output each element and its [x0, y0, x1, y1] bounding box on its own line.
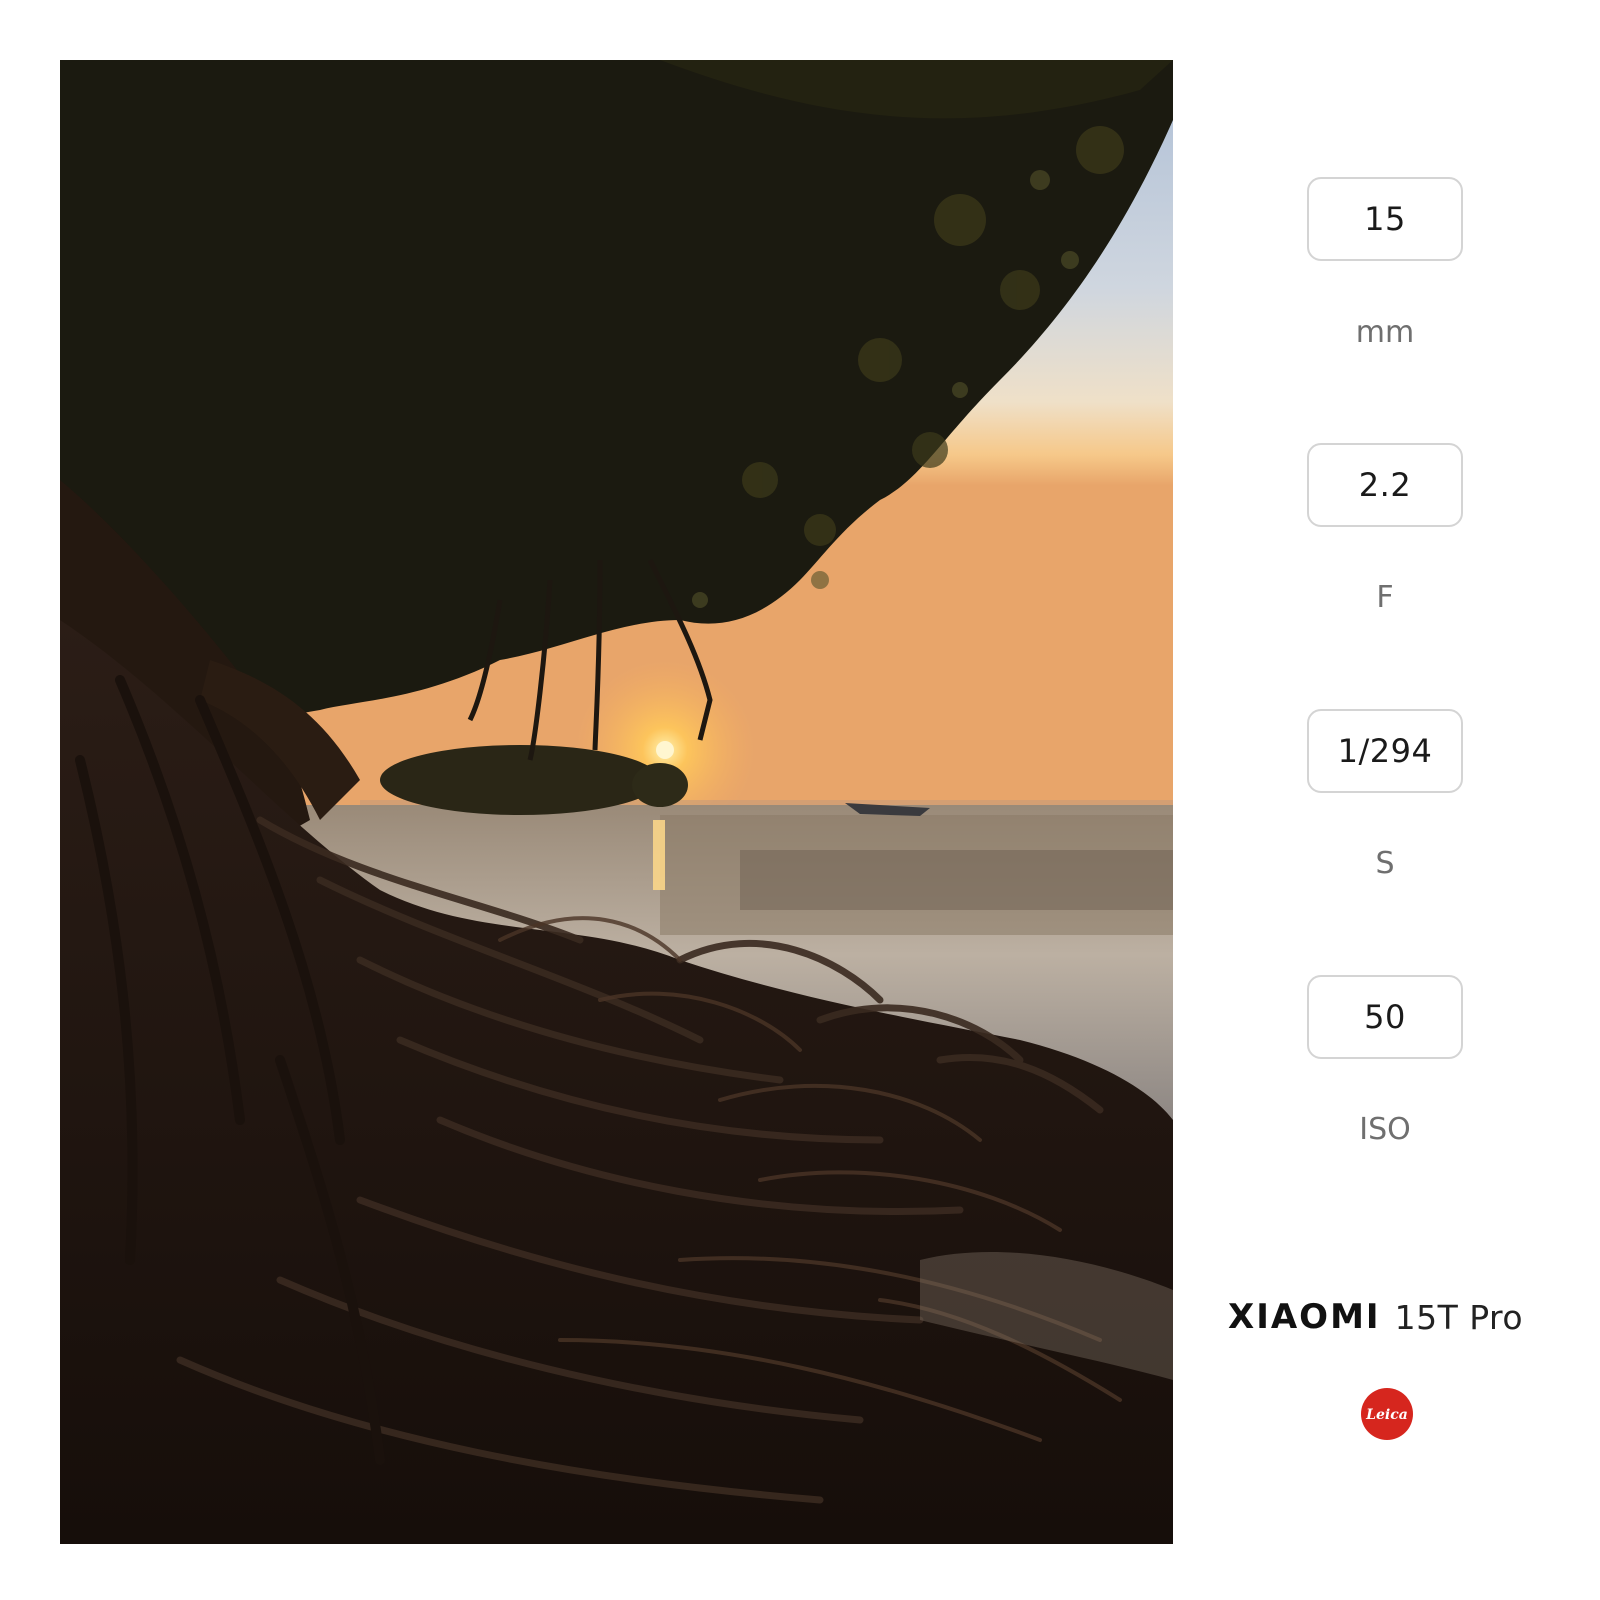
shutter-speed-unit: S: [1375, 846, 1395, 881]
mangrove-sunset-image: [60, 60, 1173, 1544]
aperture-value-box: 2.2: [1307, 443, 1463, 527]
aperture-value: 2.2: [1358, 466, 1412, 504]
leica-logo-icon: Leica: [1361, 1388, 1413, 1440]
svg-text:Leica: Leica: [1365, 1407, 1408, 1423]
landscape-photo: [60, 60, 1173, 1544]
aperture-unit: F: [1376, 580, 1394, 615]
brand-name: XIAOMI: [1228, 1297, 1381, 1337]
shutter-speed-value: 1/294: [1337, 732, 1433, 770]
iso-value-box: 50: [1307, 975, 1463, 1059]
device-branding: XIAOMI 15T Pro: [1228, 1292, 1558, 1342]
focal-length-value-box: 15: [1307, 177, 1463, 261]
focal-length-unit: mm: [1355, 315, 1415, 350]
shutter-speed-value-box: 1/294: [1307, 709, 1463, 793]
device-model: 15T Pro: [1394, 1297, 1524, 1337]
focal-length-value: 15: [1364, 200, 1406, 238]
iso-value: 50: [1364, 998, 1406, 1036]
photo-frame: 15 mm 2.2 F 1/294 S 50 ISO XIAOMI 15T Pr…: [0, 0, 1600, 1600]
iso-unit: ISO: [1359, 1112, 1411, 1147]
